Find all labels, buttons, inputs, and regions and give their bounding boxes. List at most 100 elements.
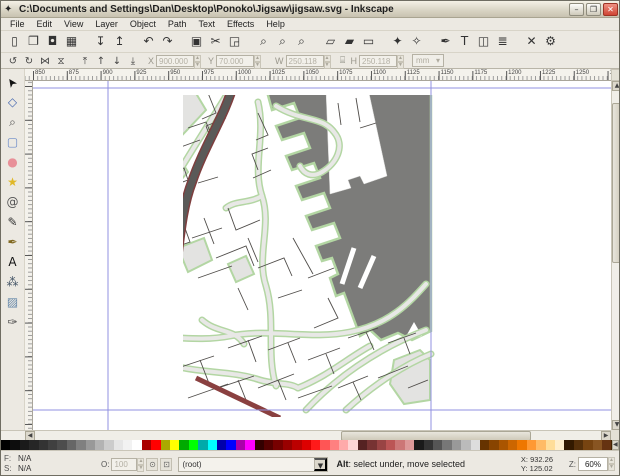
palette-swatch[interactable]: [526, 440, 537, 450]
x-spinner[interactable]: ▲ ▼: [194, 54, 202, 69]
toolbar-button[interactable]: ❐: [24, 32, 43, 51]
palette-swatch[interactable]: [583, 440, 593, 450]
toolbar-button[interactable]: T: [455, 32, 474, 51]
palette-swatch[interactable]: [170, 440, 180, 450]
ellipse-tool[interactable]: ●: [2, 153, 23, 172]
palette-swatch[interactable]: [357, 440, 368, 450]
transform-button[interactable]: ⋈: [37, 54, 53, 68]
toolbar-button[interactable]: ↷: [158, 32, 177, 51]
palette-swatch[interactable]: [104, 440, 114, 450]
vertical-scrollbar[interactable]: ▲ ▼: [611, 81, 619, 430]
toolbar-button[interactable]: ▣: [187, 32, 206, 51]
horizontal-ruler[interactable]: 850 875 900 925 950 975 1000 1025 1050 1075 1100 11…: [25, 69, 611, 81]
palette-swatch[interactable]: [245, 440, 255, 450]
scroll-down-icon[interactable]: ▼: [612, 420, 619, 430]
toolbar-button[interactable]: ◘: [43, 32, 62, 51]
toolbar-button[interactable]: ≣: [493, 32, 512, 51]
units-dropdown[interactable]: mm ▾: [412, 54, 445, 67]
palette-swatch[interactable]: [602, 440, 612, 450]
canvas[interactable]: [33, 81, 611, 430]
opacity-spinner[interactable]: ▲ ▼: [137, 458, 145, 472]
window-control-button[interactable]: ✕: [603, 2, 618, 16]
star-tool[interactable]: ★: [2, 173, 23, 192]
palette-swatch[interactable]: [386, 440, 396, 450]
opacity-input[interactable]: 100: [111, 457, 138, 471]
palette-swatch[interactable]: [66, 440, 77, 450]
lock-ratio-icon[interactable]: ⌸: [337, 54, 349, 67]
toolbar-button[interactable]: ↥: [110, 32, 129, 51]
toolbar-button[interactable]: ▯: [5, 32, 24, 51]
palette-scroll-icon[interactable]: ◀: [612, 440, 619, 450]
palette-swatch[interactable]: [498, 440, 509, 450]
palette-swatch[interactable]: [329, 440, 340, 450]
menu-item[interactable]: Help: [260, 18, 291, 31]
palette-swatch[interactable]: [273, 440, 283, 450]
zoom-spinner[interactable]: ▲ ▼: [608, 457, 615, 471]
width-spinner[interactable]: ▲ ▼: [323, 54, 331, 69]
palette-swatch[interactable]: [489, 440, 499, 450]
palette-swatch[interactable]: [470, 440, 480, 450]
menu-item[interactable]: Text: [192, 18, 221, 31]
palette-swatch[interactable]: [216, 440, 227, 450]
palette-swatch[interactable]: [536, 440, 546, 450]
menu-item[interactable]: Path: [162, 18, 193, 31]
toolbar-button[interactable]: ▰: [340, 32, 359, 51]
palette-swatch[interactable]: [573, 440, 584, 450]
palette-swatch[interactable]: [188, 440, 199, 450]
dropper-tool[interactable]: ✑: [2, 313, 23, 332]
width-input[interactable]: 250.118: [285, 54, 324, 67]
palette-swatch[interactable]: [123, 440, 133, 450]
palette-swatch[interactable]: [479, 440, 490, 450]
toolbar-button[interactable]: ✒: [436, 32, 455, 51]
palette-swatch[interactable]: [301, 440, 311, 450]
height-spinner[interactable]: ▲ ▼: [397, 54, 405, 69]
vertical-ruler[interactable]: [25, 81, 33, 430]
palette-swatch[interactable]: [592, 440, 602, 450]
toolbar-button[interactable]: ⌕: [273, 32, 292, 51]
node-editor-tool[interactable]: ◇: [2, 93, 23, 112]
palette-swatch[interactable]: [76, 440, 86, 450]
toolbar-button[interactable]: ✂: [206, 32, 225, 51]
palette-swatch[interactable]: [179, 440, 189, 450]
palette-swatch[interactable]: [404, 440, 415, 450]
menu-item[interactable]: Layer: [89, 18, 124, 31]
toolbar-button[interactable]: ▱: [321, 32, 340, 51]
zoom-tool[interactable]: ⌕: [2, 113, 23, 132]
palette-swatch[interactable]: [57, 440, 67, 450]
transform-button[interactable]: ⤒: [77, 54, 93, 68]
y-spinner[interactable]: ▲ ▼: [254, 54, 262, 69]
window-control-button[interactable]: ❐: [586, 2, 601, 16]
palette-swatch[interactable]: [1, 440, 11, 450]
palette-swatch[interactable]: [94, 440, 105, 450]
palette-swatch[interactable]: [132, 440, 142, 450]
toolbar-button[interactable]: ⚙: [541, 32, 560, 51]
height-input[interactable]: 250.118: [359, 54, 398, 67]
text-tool[interactable]: A: [2, 253, 23, 272]
menu-item[interactable]: View: [58, 18, 89, 31]
toolbar-button[interactable]: ✦: [388, 32, 407, 51]
palette-swatch[interactable]: [38, 440, 48, 450]
palette-swatch[interactable]: [207, 440, 217, 450]
layer-visibility-icon[interactable]: ⊙: [146, 457, 159, 471]
palette-swatch[interactable]: [151, 440, 161, 450]
pencil-tool[interactable]: ✎: [2, 213, 23, 232]
calligraphy-tool[interactable]: ✒: [2, 233, 23, 252]
toolbar-button[interactable]: ↶: [139, 32, 158, 51]
transform-button[interactable]: ↓: [109, 54, 125, 68]
palette-swatch[interactable]: [141, 440, 152, 450]
map-drawing[interactable]: [33, 81, 611, 430]
palette-swatch[interactable]: [395, 440, 405, 450]
palette-swatch[interactable]: [226, 440, 236, 450]
transform-button[interactable]: ↻: [21, 54, 37, 68]
palette-swatch[interactable]: [85, 440, 95, 450]
palette-swatch[interactable]: [254, 440, 264, 450]
toolbar-button[interactable]: ✕: [522, 32, 541, 51]
toolbar-button[interactable]: ◲: [225, 32, 244, 51]
palette-swatch[interactable]: [376, 440, 387, 450]
toolbar-button[interactable]: ⌕: [292, 32, 311, 51]
palette-swatch[interactable]: [282, 440, 293, 450]
palette-swatch[interactable]: [564, 440, 574, 450]
palette-swatch[interactable]: [339, 440, 349, 450]
palette-swatch[interactable]: [367, 440, 377, 450]
toolbar-button[interactable]: ▭: [359, 32, 378, 51]
